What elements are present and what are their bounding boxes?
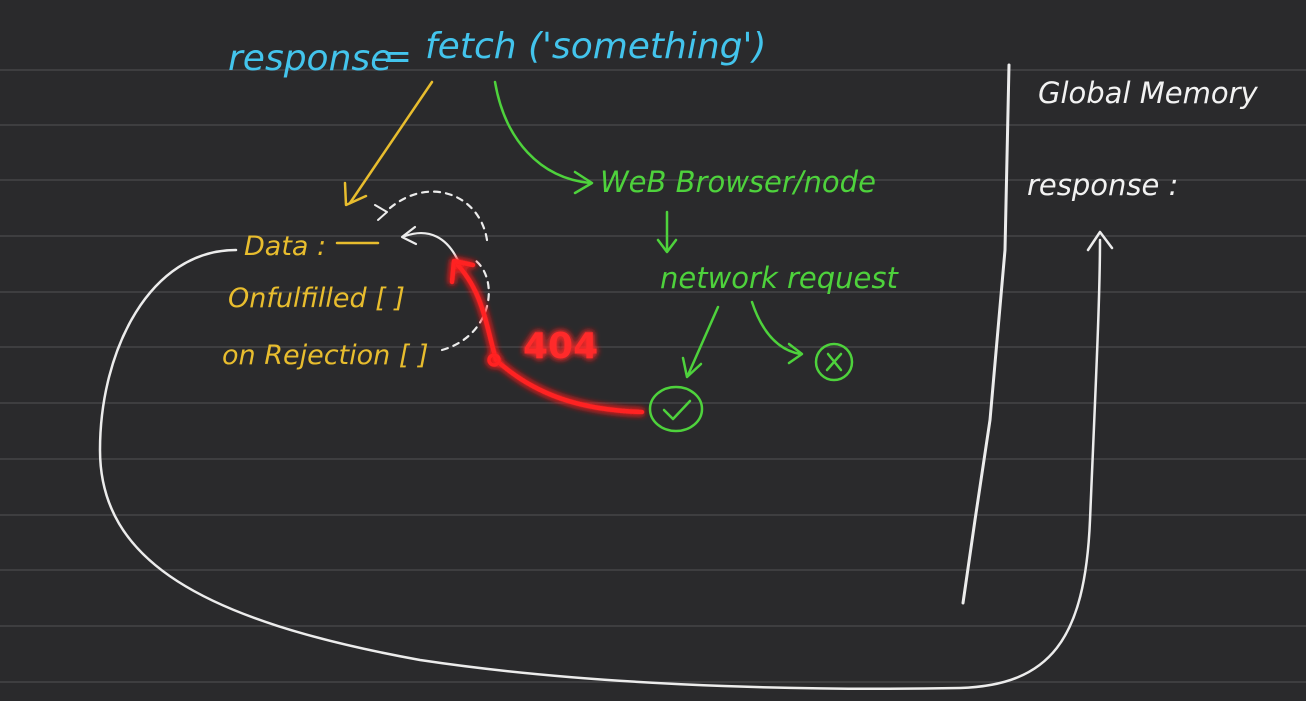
whiteboard: response = fetch ('something') Data : On… <box>0 0 1306 701</box>
ruled-lines <box>0 69 1306 683</box>
response-variable: response <box>228 38 392 79</box>
network-request-label: network request <box>660 261 899 295</box>
memory-response-label: response : <box>1027 168 1178 202</box>
browser-to-network-arrow <box>656 210 678 254</box>
dashed-callback-arrow-top <box>374 190 489 242</box>
x-circle-icon <box>814 342 854 382</box>
equals-sign: = <box>382 36 412 77</box>
fetch-call: fetch ('something') <box>425 26 766 67</box>
memory-divider <box>961 63 1011 605</box>
fetch-to-data-arrow <box>343 80 434 207</box>
network-to-failure-arrow <box>750 300 804 365</box>
check-circle-icon <box>648 385 704 433</box>
data-return-arrow <box>400 225 462 267</box>
data-label: Data : <box>244 231 326 262</box>
on-fulfilled-label: Onfulfilled [ ] <box>228 283 405 314</box>
diagram-canvas: response = fetch ('something') Data : On… <box>0 26 1306 690</box>
status-code-404: 404 <box>523 326 598 367</box>
fetch-to-browser-arrow <box>493 80 594 195</box>
global-memory-title: Global Memory <box>1038 76 1259 110</box>
network-to-success-arrow <box>681 305 720 379</box>
web-browser-label: WeB Browser/node <box>600 165 876 199</box>
on-rejection-label: on Rejection [ ] <box>222 340 429 371</box>
